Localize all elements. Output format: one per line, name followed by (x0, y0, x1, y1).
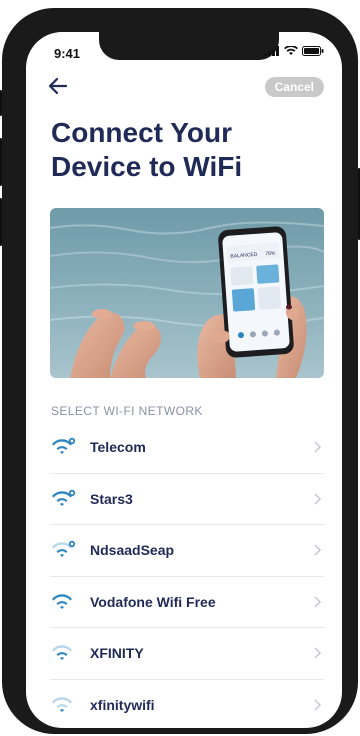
wifi-network-xfinitywifi[interactable]: xfinitywifi (50, 680, 324, 729)
chevron-right-icon (314, 441, 322, 453)
phone-frame: 9:41 Cancel Connect Your Device to WiFi … (0, 8, 360, 734)
wifi-network-stars3[interactable]: Stars3 (50, 474, 324, 525)
wifi-secured-icon (52, 438, 76, 455)
wifi-network-telecom[interactable]: Telecom (50, 422, 324, 474)
page-title-line-2: Device to WiFi (51, 151, 243, 182)
back-button[interactable] (46, 74, 70, 98)
select-network-label: SELECT WI-FI NETWORK (51, 404, 203, 418)
chevron-right-icon (314, 596, 322, 608)
phone-screen: 9:41 Cancel Connect Your Device to WiFi … (26, 32, 342, 728)
cancel-button[interactable]: Cancel (264, 77, 324, 97)
wifi-secured-icon (52, 541, 76, 558)
chevron-right-icon (314, 699, 322, 711)
volume-up-button (0, 138, 2, 186)
wifi-network-name: NdsaadSeap (90, 542, 175, 559)
mini-balance-value: 78% (265, 251, 276, 258)
chevron-right-icon (314, 647, 322, 659)
wifi-network-name: xfinitywifi (90, 697, 155, 714)
wifi-network-ndsaadseap[interactable]: NdsaadSeap (50, 525, 324, 577)
wifi-network-name: XFINITY (90, 645, 144, 662)
wifi-network-xfinity[interactable]: XFINITY (50, 628, 324, 680)
mute-switch (0, 90, 2, 116)
wifi-network-name: Telecom (90, 439, 146, 456)
chevron-right-icon (314, 493, 322, 505)
wifi-open-icon (52, 697, 72, 713)
status-icons (264, 46, 324, 56)
wifi-network-list: Telecom Stars3 NdsaadSeap Vodafone Wifi … (50, 422, 324, 728)
wifi-network-vodafone[interactable]: Vodafone Wifi Free (50, 577, 324, 628)
volume-down-button (0, 198, 2, 246)
page-title-line-1: Connect Your (51, 117, 232, 148)
wifi-network-name: Vodafone Wifi Free (90, 593, 216, 610)
wifi-network-name: Stars3 (90, 490, 133, 507)
wifi-open-icon (52, 594, 72, 609)
status-time: 9:41 (54, 46, 81, 61)
chevron-right-icon (314, 544, 322, 556)
wifi-open-icon (52, 645, 72, 661)
battery-icon (302, 46, 324, 56)
notch (99, 32, 279, 60)
wifi-status-icon (284, 46, 298, 55)
page-title: Connect Your Device to WiFi (51, 116, 331, 184)
cellular-signal-icon (264, 46, 279, 56)
hero-image: BALANCED 78% (50, 208, 324, 378)
beach-phone-illustration: BALANCED 78% (50, 208, 324, 378)
arrow-left-icon (48, 77, 68, 95)
wifi-secured-icon (52, 489, 76, 506)
